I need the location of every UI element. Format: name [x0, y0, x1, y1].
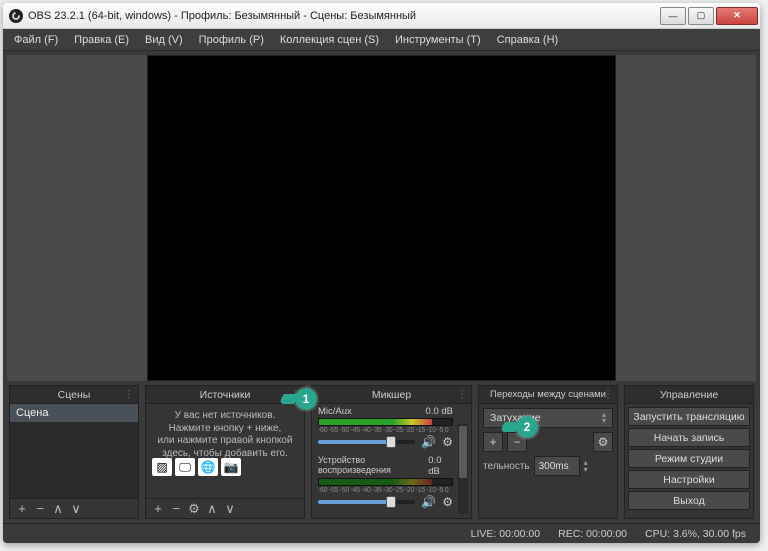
panel-transitions: Переходы между сценами⋮ Затухание ▴▾ + −…	[478, 385, 618, 519]
duration-input[interactable]: 300ms	[534, 456, 580, 476]
meter-scale: -60 -55 -50 -45 -40 -35 -30 -25 -20 -15 …	[318, 487, 453, 494]
add-source-button[interactable]: +	[152, 503, 164, 515]
panel-scenes-title: Сцены	[58, 389, 91, 401]
menu-file[interactable]: Файл (F)	[7, 32, 65, 48]
source-up-button[interactable]: ∧	[206, 503, 218, 515]
start-record-button[interactable]: Начать запись	[628, 428, 750, 447]
volume-slider[interactable]	[318, 440, 415, 444]
panel-mixer: Микшер ⋮ Mic/Aux 0.0 dB -60 -55 -50 -45 -4…	[311, 385, 472, 519]
channel-name: Устройство воспроизведения	[318, 455, 428, 477]
panel-controls: Управление Запустить трансляцию Начать з…	[624, 385, 754, 519]
panel-menu-icon[interactable]: ⋮	[603, 389, 613, 400]
scene-down-button[interactable]: ∨	[70, 503, 82, 515]
speaker-icon[interactable]: 🔊	[421, 435, 436, 449]
duration-label: тельность	[483, 461, 530, 472]
gear-icon[interactable]: ⚙	[442, 495, 453, 509]
scene-up-button[interactable]: ∧	[52, 503, 64, 515]
source-type-globe-icon: 🌐	[198, 458, 218, 476]
source-down-button[interactable]: ∨	[224, 503, 236, 515]
channel-db: 0.0 dB	[426, 406, 453, 417]
source-type-camera-icon: 📷	[221, 458, 241, 476]
status-rec: REC: 00:00:00	[558, 528, 627, 540]
titlebar: OBS 23.2.1 (64-bit, windows) - Профиль: …	[3, 3, 760, 29]
menu-scene-collection[interactable]: Коллекция сцен (S)	[273, 32, 386, 48]
menu-view[interactable]: Вид (V)	[138, 32, 190, 48]
source-settings-button[interactable]: ⚙	[188, 503, 200, 515]
panel-scenes: Сцены ⋮ Сцена + − ∧ ∨	[9, 385, 139, 519]
audio-meter	[318, 478, 453, 486]
annotation-callout-1: 1	[295, 388, 317, 410]
speaker-icon[interactable]: 🔊	[421, 495, 436, 509]
remove-scene-button[interactable]: −	[34, 503, 46, 515]
app-icon	[9, 9, 23, 23]
start-stream-button[interactable]: Запустить трансляцию	[628, 407, 750, 426]
audio-meter	[318, 418, 453, 426]
preview-canvas[interactable]	[147, 55, 616, 381]
transition-settings-button[interactable]: ⚙	[593, 432, 613, 452]
mixer-channel: Устройство воспроизведения0.0 dB -60 -55…	[318, 455, 453, 509]
add-transition-button[interactable]: +	[483, 432, 503, 452]
panel-sources: Источники⋮ У вас нет источников. Нажмите…	[145, 385, 305, 519]
studio-mode-button[interactable]: Режим студии	[628, 449, 750, 468]
mixer-scrollbar[interactable]	[458, 424, 468, 514]
remove-source-button[interactable]: −	[170, 503, 182, 515]
panel-menu-icon[interactable]: ⋮	[124, 389, 134, 400]
status-cpu: CPU: 3.6%, 30.00 fps	[645, 528, 746, 540]
chevron-updown-icon[interactable]: ▴▾	[584, 459, 588, 473]
scene-item[interactable]: Сцена	[10, 404, 138, 422]
mixer-channel: Mic/Aux 0.0 dB -60 -55 -50 -45 -40 -35 -3…	[318, 406, 453, 449]
source-type-image-icon: ▨	[152, 458, 172, 476]
volume-slider[interactable]	[318, 500, 415, 504]
window-title: OBS 23.2.1 (64-bit, windows) - Профиль: …	[28, 10, 658, 22]
menu-help[interactable]: Справка (H)	[490, 32, 565, 48]
exit-button[interactable]: Выход	[628, 491, 750, 510]
panel-controls-title: Управление	[660, 389, 718, 401]
channel-db: 0.0 dB	[428, 455, 453, 477]
panel-transitions-title: Переходы между сценами	[490, 389, 606, 400]
maximize-button[interactable]: ▢	[688, 7, 714, 25]
preview-area	[7, 55, 756, 381]
status-live: LIVE: 00:00:00	[471, 528, 540, 540]
settings-button[interactable]: Настройки	[628, 470, 750, 489]
panel-menu-icon[interactable]: ⋮	[457, 389, 467, 400]
panel-sources-title: Источники	[200, 389, 251, 401]
panel-mixer-title: Микшер	[372, 389, 411, 401]
close-button[interactable]: ✕	[716, 7, 758, 25]
menu-tools[interactable]: Инструменты (T)	[388, 32, 488, 48]
source-type-display-icon: 🖵	[175, 458, 195, 476]
menu-profile[interactable]: Профиль (P)	[192, 32, 271, 48]
annotation-callout-2: 2	[516, 416, 538, 438]
gear-icon[interactable]: ⚙	[442, 435, 453, 449]
chevron-updown-icon: ▴▾	[602, 412, 606, 424]
channel-name: Mic/Aux	[318, 406, 352, 417]
add-scene-button[interactable]: +	[16, 503, 28, 515]
menu-edit[interactable]: Правка (E)	[67, 32, 136, 48]
menubar: Файл (F) Правка (E) Вид (V) Профиль (P) …	[3, 29, 760, 51]
minimize-button[interactable]: —	[660, 7, 686, 25]
meter-scale: -60 -55 -50 -45 -40 -35 -30 -25 -20 -15 …	[318, 427, 453, 434]
statusbar: LIVE: 00:00:00 REC: 00:00:00 CPU: 3.6%, …	[3, 523, 760, 543]
